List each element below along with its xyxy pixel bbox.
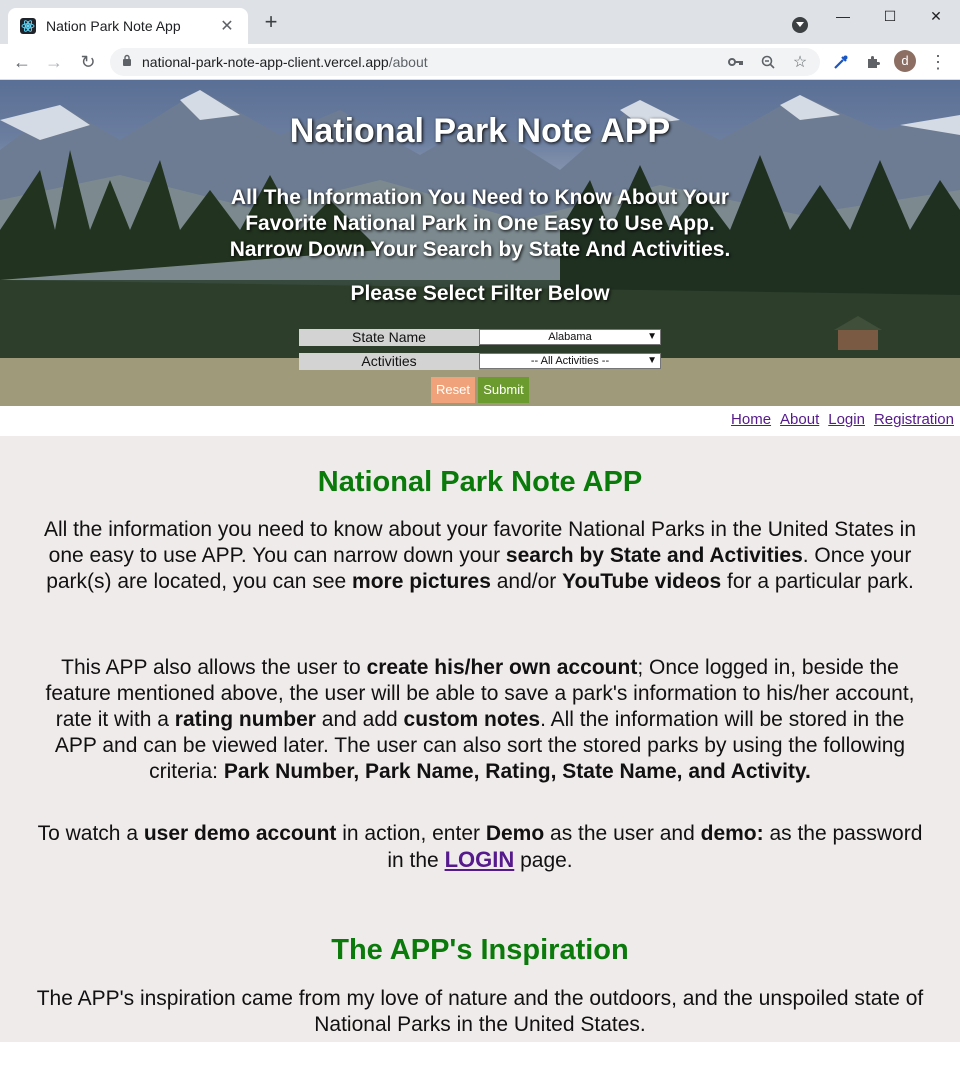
forward-icon[interactable]: → [42,50,66,74]
hero-title: National Park Note APP [289,112,671,150]
new-tab-icon[interactable]: + [260,11,282,34]
eyedropper-extension-icon[interactable] [829,50,853,74]
submit-button[interactable]: Submit [478,377,529,403]
tab-close-icon[interactable]: ✕ [218,16,236,36]
emphasis-text: custom notes [403,708,541,731]
demo-text: page. [514,849,573,872]
extensions-puzzle-icon[interactable] [861,50,885,74]
demo-text: in action, enter [336,822,486,845]
about-paragraph-2: This APP also allows the user to create … [36,655,924,785]
activities-select-value: -- All Activities -- [530,355,610,367]
about-section: National Park Note APP All the informati… [0,436,960,1042]
state-select-value: Alabama [548,331,592,343]
maximize-icon[interactable]: ☐ [875,6,905,26]
page-bottom-strip [0,1042,960,1080]
login-page-link[interactable]: LOGIN [445,847,515,872]
activities-filter-row: Activities -- All Activities -- ▼ [299,353,661,370]
activities-label: Activities [299,353,479,370]
hero-tagline: All The Information You Need to Know Abo… [180,185,780,263]
browser-tab-strip: Nation Park Note App ✕ + — ☐ ✕ [0,0,960,44]
zoom-icon[interactable] [756,50,780,74]
state-filter-row: State Name Alabama ▼ [299,329,661,346]
tagline-line: All The Information You Need to Know Abo… [230,186,730,209]
demo-paragraph: To watch a user demo account in action, … [36,821,924,874]
reload-icon[interactable]: ↻ [76,50,100,74]
state-select[interactable]: Alabama ▼ [479,329,661,345]
reset-button[interactable]: Reset [431,377,475,403]
hero-banner: National Park Note APP All The Informati… [0,80,960,406]
about-paragraph-1: All the information you need to know abo… [36,517,924,595]
url-text: national-park-note-app-client.vercel.app… [142,54,428,70]
demo-username: Demo [485,822,545,845]
address-bar[interactable]: national-park-note-app-client.vercel.app… [110,48,820,76]
react-favicon-icon [20,18,36,34]
window-close-icon[interactable]: ✕ [921,6,951,26]
minimize-icon[interactable]: — [828,6,858,26]
tagline-line: Narrow Down Your Search by State And Act… [229,238,731,261]
chrome-menu-icon[interactable]: ⋮ [926,50,950,74]
back-icon[interactable]: ← [10,50,34,74]
chevron-down-icon: ▼ [647,331,657,342]
emphasis-text: more pictures [352,570,491,593]
demo-password: demo: [700,822,764,845]
emphasis-text: create his/her own account [366,656,638,679]
inspiration-paragraph: The APP's inspiration came from my love … [36,987,924,1036]
emphasis-text: YouTube videos [562,570,722,593]
tab-title: Nation Park Note App [46,18,181,34]
nav-link-about[interactable]: About [780,411,819,428]
nav-link-login[interactable]: Login [828,411,865,428]
inspiration-heading: The APP's Inspiration [331,934,629,966]
emphasis-text: Park Number, Park Name, Rating, State Na… [223,760,811,783]
profile-avatar[interactable]: d [894,50,916,72]
state-name-label: State Name [299,329,479,346]
emphasis-text: rating number [174,708,316,731]
nav-link-registration[interactable]: Registration [874,411,954,428]
demo-text: To watch a [37,822,144,845]
demo-text: as the user and [544,822,701,845]
about-heading: National Park Note APP [317,466,643,498]
tagline-line: Favorite National Park in One Easy to Us… [245,212,715,235]
browser-tab[interactable]: Nation Park Note App ✕ [8,8,248,44]
body-text: and add [315,708,404,731]
chevron-down-icon: ▼ [647,355,657,366]
url-host: national-park-note-app-client.vercel.app [142,54,389,70]
tab-search-icon[interactable] [792,17,808,33]
body-text: and/or [490,570,563,593]
emphasis-text: search by State and Activities [505,544,803,567]
filter-heading: Please Select Filter Below [350,282,610,305]
key-icon[interactable] [724,50,748,74]
nav-link-home[interactable]: Home [731,411,771,428]
body-text: This APP also allows the user to [61,656,367,679]
browser-toolbar: ← → ↻ national-park-note-app-client.verc… [0,44,960,80]
top-nav: Home About Login Registration [0,406,960,436]
lock-icon [122,53,132,71]
body-text: for a particular park. [721,570,914,593]
nav-links: Home About Login Registration [731,411,954,428]
url-path: /about [388,54,428,70]
demo-text-bold: user demo account [143,822,337,845]
activities-select[interactable]: -- All Activities -- ▼ [479,353,661,369]
bookmark-star-icon[interactable]: ☆ [788,50,812,74]
